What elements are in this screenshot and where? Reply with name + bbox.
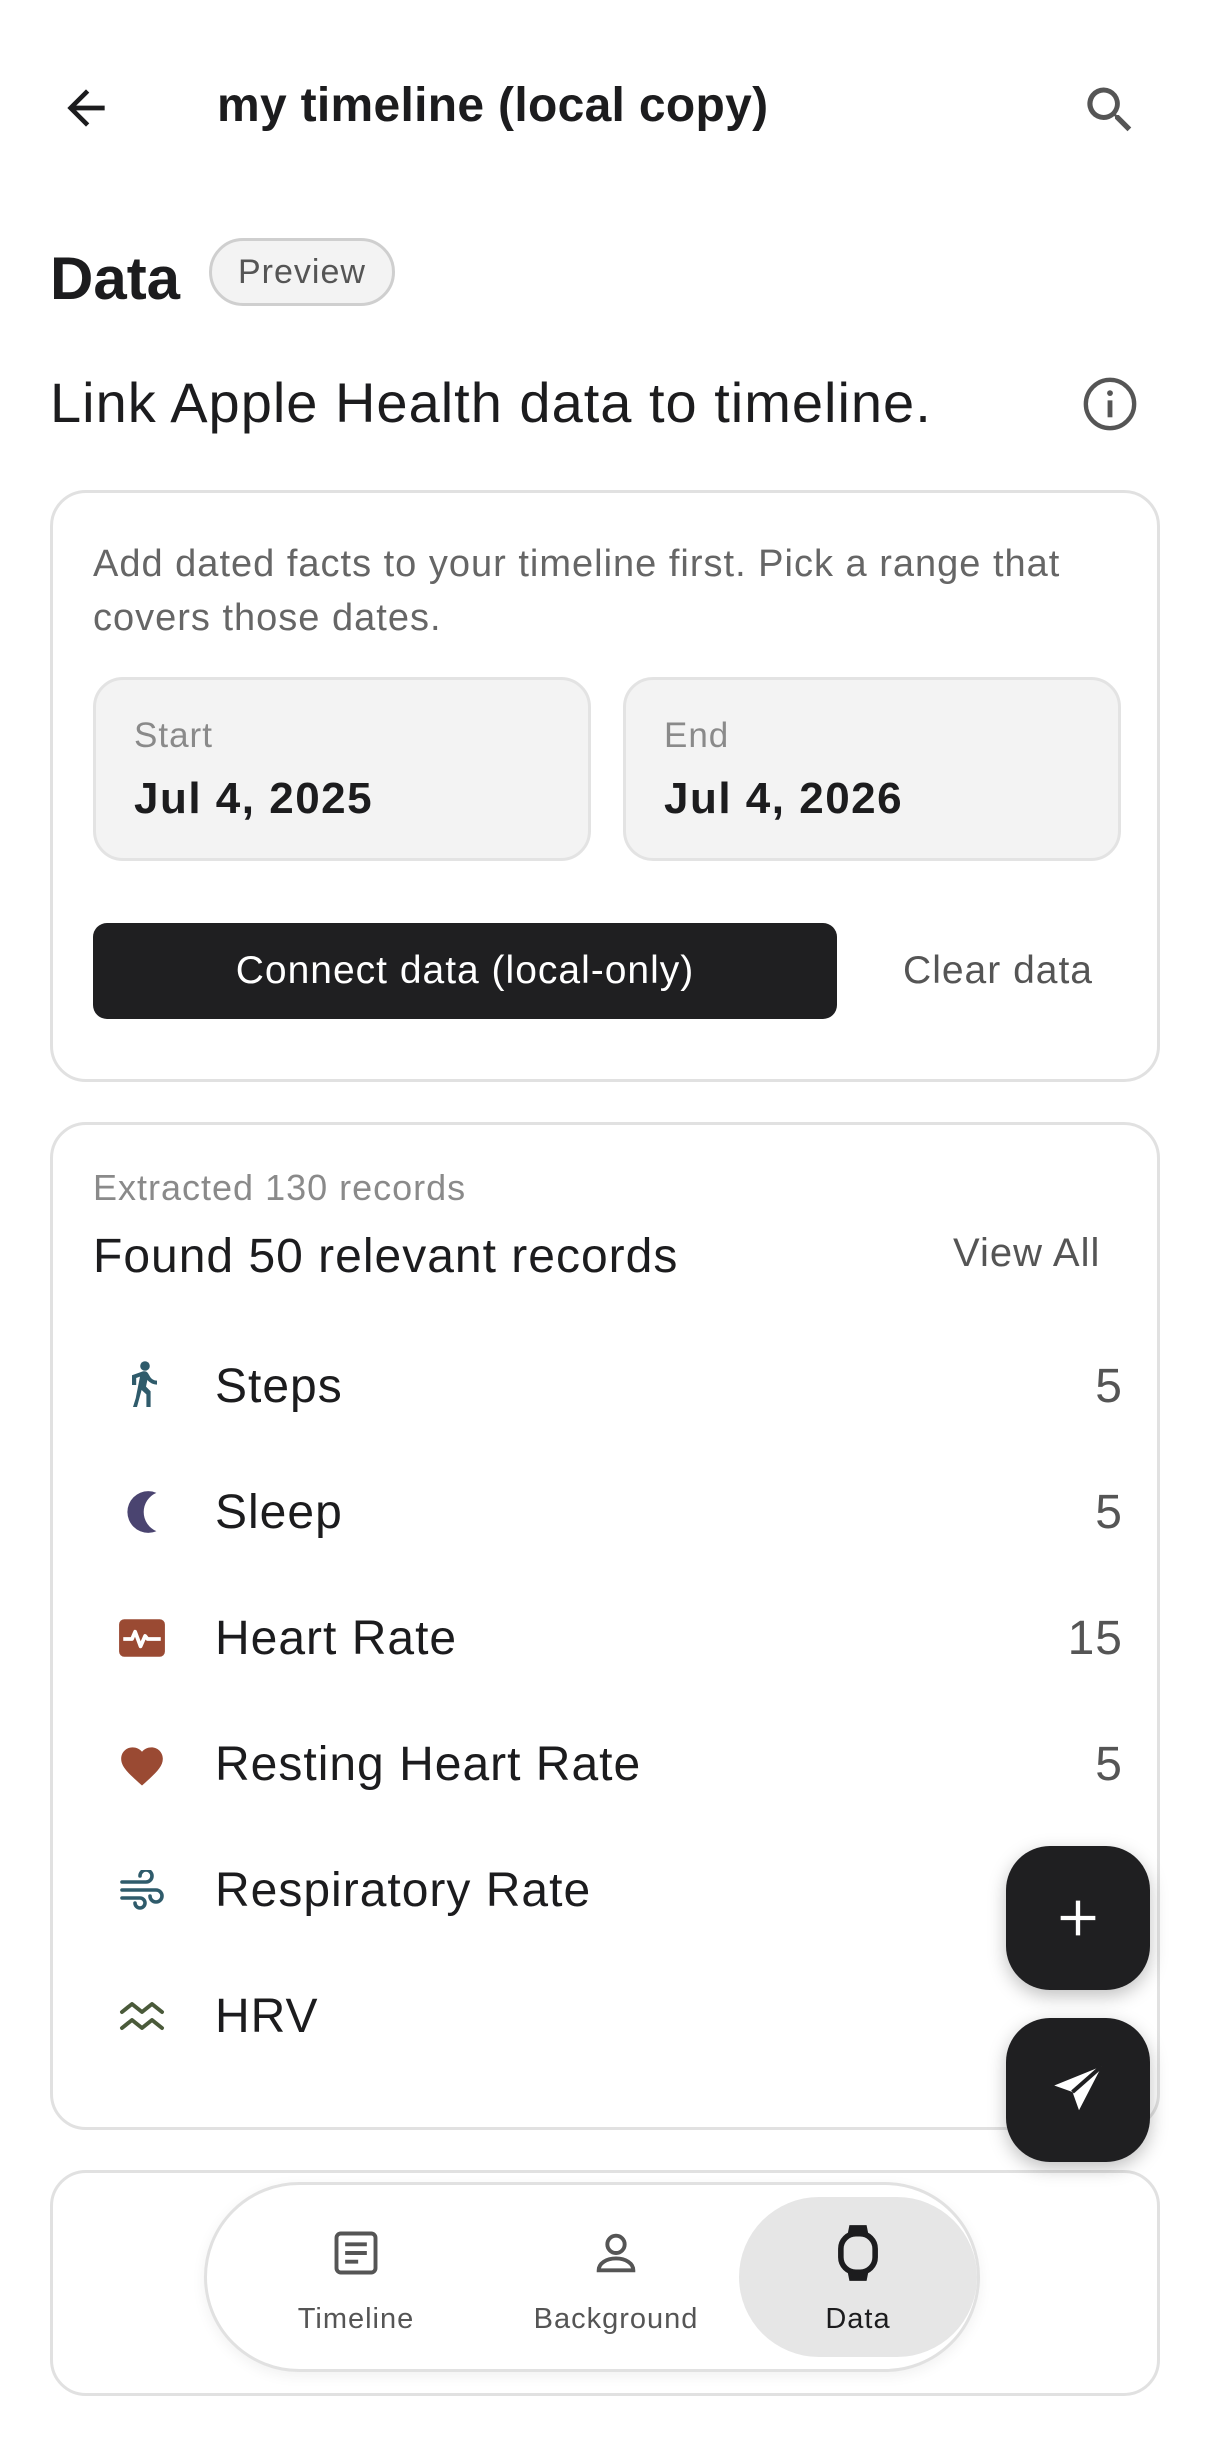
record-count: 5 (1095, 1486, 1123, 1539)
date-range-card: Add dated facts to your timeline first. … (50, 490, 1160, 1082)
nav-label-timeline: Timeline (297, 2303, 415, 2335)
record-row-sleep[interactable]: Sleep 5 (83, 1449, 1133, 1575)
nav-item-data[interactable]: Data (739, 2197, 977, 2357)
app-title: my timeline (local copy) (217, 79, 769, 132)
clear-data-button[interactable]: Clear data (873, 923, 1123, 1019)
page-title: Data (50, 245, 181, 312)
record-row-resting-heart-rate[interactable]: Resting Heart Rate 5 (83, 1701, 1133, 1827)
send-icon (1054, 2064, 1104, 2111)
info-button[interactable] (1078, 372, 1142, 436)
record-row-heart-rate[interactable]: Heart Rate 15 (83, 1575, 1133, 1701)
record-row-respiratory-rate[interactable]: Respiratory Rate 5 (83, 1827, 1133, 1953)
send-fab-button[interactable] (1006, 2018, 1150, 2162)
back-button[interactable] (50, 72, 122, 144)
info-icon (1083, 377, 1137, 431)
start-date-value: Jul 4, 2025 (134, 774, 374, 823)
end-date-label: End (664, 716, 730, 755)
nav-label-background: Background (533, 2303, 699, 2335)
bottom-navigation: Timeline Background Data (204, 2182, 980, 2372)
heart-icon (113, 1735, 171, 1793)
connect-data-button[interactable]: Connect data (local-only) (93, 923, 837, 1019)
hrv-icon (113, 1987, 171, 2045)
start-date-field[interactable]: Start Jul 4, 2025 (93, 677, 591, 861)
end-date-field[interactable]: End Jul 4, 2026 (623, 677, 1121, 861)
record-count: 15 (1067, 1612, 1123, 1665)
record-count: 5 (1095, 1360, 1123, 1413)
end-date-value: Jul 4, 2026 (664, 774, 904, 823)
arrow-left-icon (67, 89, 105, 127)
plus-icon (1060, 1900, 1096, 1936)
record-row-hrv[interactable]: HRV (83, 1953, 1133, 2079)
start-date-label: Start (134, 716, 213, 755)
records-card: Extracted 130 records Found 50 relevant … (50, 1122, 1160, 2130)
record-label: Steps (215, 1360, 343, 1413)
range-hint: Add dated facts to your timeline first. … (93, 543, 1061, 639)
nav-item-timeline[interactable]: Timeline (237, 2197, 475, 2357)
top-app-bar: my timeline (local copy) (0, 0, 1206, 210)
record-label: Sleep (215, 1486, 343, 1539)
watch-icon (739, 2221, 977, 2285)
record-label: Respiratory Rate (215, 1864, 592, 1917)
nav-label-data: Data (825, 2303, 891, 2335)
search-button[interactable] (1070, 70, 1150, 150)
extracted-count: Extracted 130 records (93, 1167, 467, 1208)
record-label: HRV (215, 1990, 319, 2043)
record-row-steps[interactable]: Steps 5 (83, 1323, 1133, 1449)
record-label: Resting Heart Rate (215, 1738, 642, 1791)
found-count: Found 50 relevant records (93, 1230, 679, 1283)
nav-item-background[interactable]: Background (497, 2197, 735, 2357)
section-subtitle: Link Apple Health data to timeline. (50, 371, 932, 434)
add-fab-button[interactable] (1006, 1846, 1150, 1990)
heart-rate-icon (113, 1609, 171, 1667)
search-icon (1087, 87, 1132, 132)
preview-badge: Preview (209, 238, 395, 306)
timeline-icon (237, 2221, 475, 2285)
record-count: 5 (1095, 1738, 1123, 1791)
person-icon (497, 2221, 735, 2285)
moon-icon (113, 1483, 171, 1541)
record-label: Heart Rate (215, 1612, 458, 1665)
view-all-button[interactable]: View All (953, 1231, 1100, 1276)
walking-icon (113, 1357, 171, 1415)
wind-icon (113, 1861, 171, 1919)
